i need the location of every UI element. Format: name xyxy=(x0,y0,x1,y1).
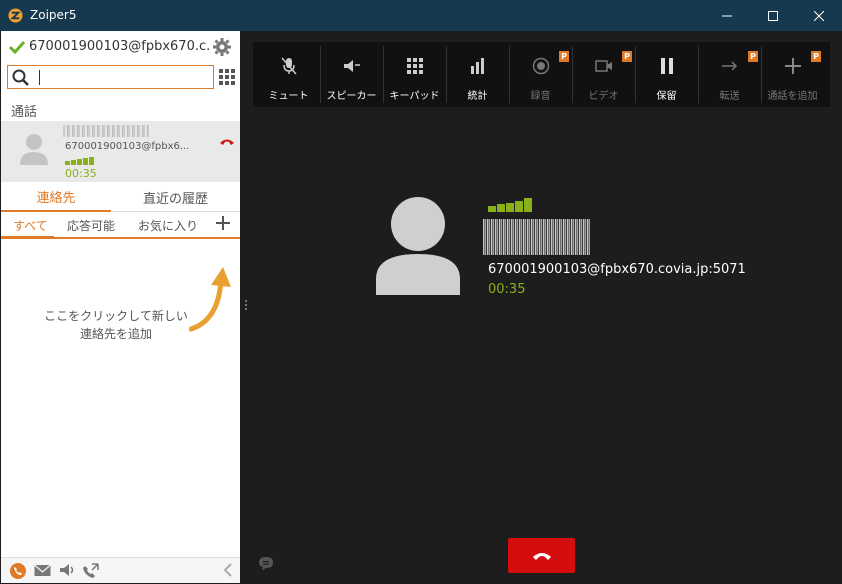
signal-strength-icon xyxy=(65,157,94,165)
add-contact-icon[interactable] xyxy=(215,215,231,231)
hint-line-2: 連絡先を追加 xyxy=(79,327,152,341)
collapse-chevron-icon[interactable] xyxy=(223,563,233,577)
keypad-button[interactable]: キーパッド xyxy=(383,42,446,107)
record-label: 録音 xyxy=(530,91,551,102)
record-icon xyxy=(532,57,549,75)
tab-contacts[interactable]: 連絡先 xyxy=(1,182,111,212)
panel-splitter[interactable] xyxy=(245,300,248,312)
minimize-button[interactable] xyxy=(704,0,750,31)
stats-button[interactable]: 統計 xyxy=(446,42,509,107)
message-icon[interactable] xyxy=(34,563,51,577)
add-call-label: 通話を追加 xyxy=(767,91,818,102)
contact-filters: すべて 応答可能 お気に入り xyxy=(1,213,240,239)
mute-button[interactable]: ミュート xyxy=(257,42,320,107)
close-icon xyxy=(814,10,824,21)
keypad-icon xyxy=(406,58,423,74)
plus-icon xyxy=(784,58,801,74)
speaker-icon[interactable] xyxy=(59,563,76,577)
transfer-arrow-icon xyxy=(721,61,737,71)
premium-badge: P xyxy=(811,51,821,62)
maximize-button[interactable] xyxy=(750,0,796,31)
call-forward-icon[interactable] xyxy=(83,563,100,579)
transfer-label: 転送 xyxy=(719,91,740,102)
keypad-label: キーパッド xyxy=(389,91,440,102)
bar-chart-icon xyxy=(470,58,484,74)
window-title: Zoiper5 xyxy=(30,8,77,22)
active-filter-underline xyxy=(1,236,54,239)
search-icon xyxy=(12,69,29,86)
premium-badge: P xyxy=(622,51,632,62)
premium-badge: P xyxy=(748,51,758,62)
check-icon xyxy=(9,40,25,54)
title-bar: Zoiper5 xyxy=(0,0,842,31)
hangup-icon xyxy=(532,552,551,560)
account-name[interactable]: 670001900103@fpbx670.c... xyxy=(29,39,209,54)
blurred-contact-name xyxy=(483,219,590,255)
active-call-item[interactable]: 670001900103@fpbx6... 00:35 xyxy=(1,121,240,182)
end-call-button[interactable] xyxy=(508,538,575,573)
avatar-icon xyxy=(20,134,48,165)
phone-icon[interactable] xyxy=(10,563,26,579)
dialpad-icon[interactable] xyxy=(219,69,235,85)
zoiper-logo-icon xyxy=(8,8,23,23)
speaker-icon xyxy=(343,60,360,72)
call-timer: 00:35 xyxy=(488,282,526,297)
hint-line-1: ここをクリックして新しい xyxy=(44,309,188,323)
blurred-contact-name xyxy=(63,125,149,137)
speaker-button[interactable]: スピーカー xyxy=(320,42,383,107)
record-button[interactable]: P 録音 xyxy=(509,42,572,107)
stats-label: 統計 xyxy=(467,91,488,102)
contact-avatar-icon xyxy=(376,197,460,295)
hold-label: 保留 xyxy=(656,91,677,102)
tab-recent-history[interactable]: 直近の履歴 xyxy=(111,182,240,212)
left-panel: 670001900103@fpbx670.c... 通話 67000190010… xyxy=(1,31,240,583)
chat-bubble-icon[interactable] xyxy=(258,556,274,571)
call-duration: 00:35 xyxy=(65,167,97,180)
hold-button[interactable]: 保留 xyxy=(635,42,698,107)
gear-icon[interactable] xyxy=(213,38,231,56)
video-label: ビデオ xyxy=(588,91,619,102)
video-camera-icon xyxy=(594,60,612,72)
filter-all[interactable]: すべて xyxy=(13,217,48,234)
filter-favorites[interactable]: お気に入り xyxy=(138,217,198,234)
pause-icon xyxy=(660,58,673,74)
text-caret xyxy=(39,70,40,85)
curved-arrow-icon xyxy=(189,267,231,332)
signal-strength-icon xyxy=(488,198,532,212)
call-sip-uri: 670001900103@fpbx670.covia.jp:5071 xyxy=(488,262,746,277)
search-input[interactable] xyxy=(7,65,214,89)
left-footer xyxy=(1,557,240,583)
maximize-icon xyxy=(768,10,778,21)
add-contact-hint[interactable]: ここをクリックして新しい 連絡先を追加 xyxy=(41,307,191,343)
add-call-button[interactable]: P 通話を追加 xyxy=(761,42,824,107)
video-button[interactable]: P ビデオ xyxy=(572,42,635,107)
call-uri: 670001900103@fpbx6... xyxy=(65,141,190,152)
premium-badge: P xyxy=(559,51,569,62)
main-tabs: 連絡先 直近の履歴 xyxy=(1,182,240,212)
transfer-button[interactable]: P 転送 xyxy=(698,42,761,107)
mute-label: ミュート xyxy=(268,91,309,102)
hangup-icon[interactable] xyxy=(219,137,235,147)
filter-available[interactable]: 応答可能 xyxy=(67,217,115,234)
calls-section-label: 通話 xyxy=(11,105,38,120)
call-toolbar: ミュート スピーカー キーパッド 統計 P 録音 P ビデオ 保留 P 転送 P… xyxy=(253,42,830,107)
speaker-label: スピーカー xyxy=(326,91,377,102)
minimize-icon xyxy=(722,15,732,16)
microphone-muted-icon xyxy=(280,57,297,75)
close-button[interactable] xyxy=(796,0,842,31)
